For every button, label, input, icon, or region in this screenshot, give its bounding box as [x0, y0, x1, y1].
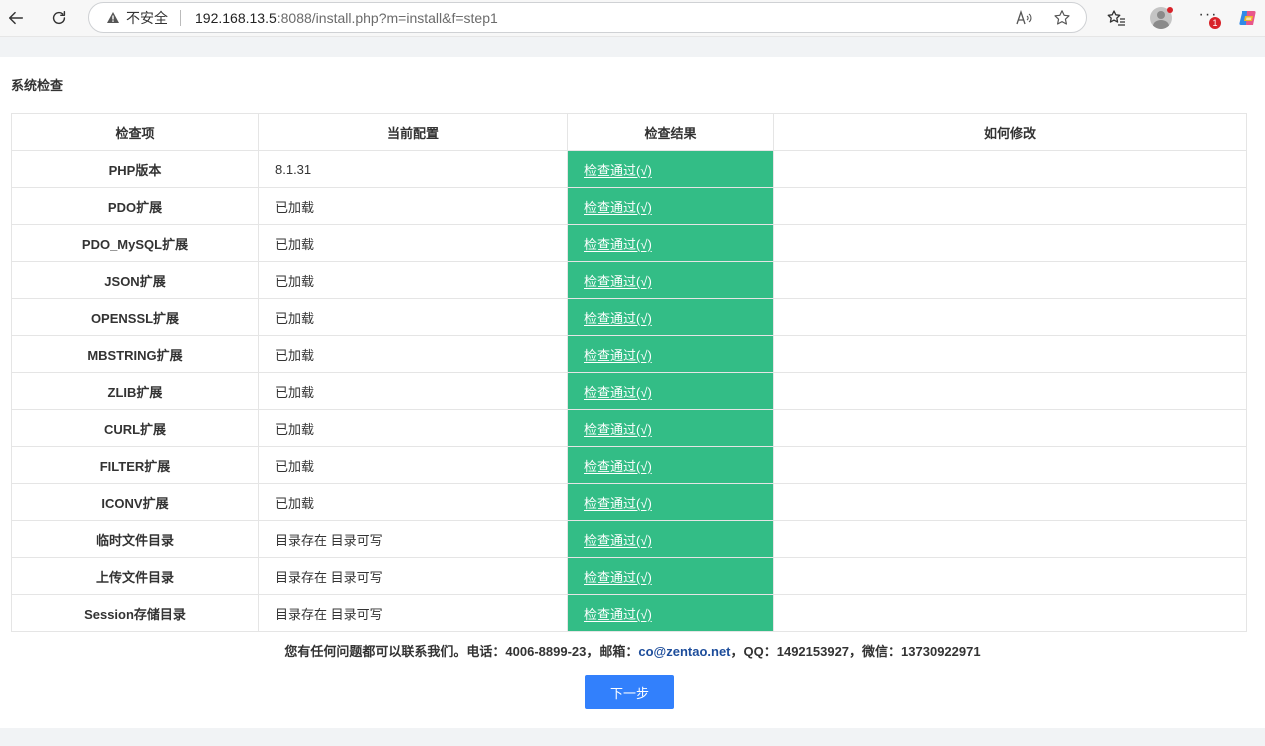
- contact-email-link[interactable]: co@zentao.net: [638, 644, 730, 659]
- check-item: ZLIB扩展: [11, 372, 259, 410]
- url-path: :8088/install.php?m=install&f=step1: [276, 9, 498, 26]
- check-result: 检查通过(√): [567, 483, 774, 521]
- check-item: Session存储目录: [11, 594, 259, 632]
- current-config: 已加载: [258, 261, 568, 299]
- fix-hint: [773, 335, 1247, 373]
- reload-button[interactable]: [45, 5, 73, 31]
- current-config: 已加载: [258, 446, 568, 484]
- fix-hint: [773, 557, 1247, 595]
- column-header-item: 检查项: [11, 113, 259, 151]
- fix-hint: [773, 446, 1247, 484]
- more-menu-button[interactable]: ··· 1: [1194, 4, 1222, 32]
- contact-suffix: ，QQ：1492153927，微信：13730922971: [730, 644, 981, 659]
- check-item: OPENSSL扩展: [11, 298, 259, 336]
- fix-hint: [773, 520, 1247, 558]
- check-result: 检查通过(√): [567, 187, 774, 225]
- insecure-label[interactable]: 不安全: [126, 8, 168, 28]
- fix-hint: [773, 372, 1247, 410]
- current-config: 已加载: [258, 224, 568, 262]
- table-row: ICONV扩展 已加载 检查通过(√): [11, 483, 1247, 521]
- check-item: 临时文件目录: [11, 520, 259, 558]
- back-button[interactable]: [2, 5, 30, 31]
- current-config: 目录存在 目录可写: [258, 557, 568, 595]
- table-row: MBSTRING扩展 已加载 检查通过(√): [11, 335, 1247, 373]
- table-row: ZLIB扩展 已加载 检查通过(√): [11, 372, 1247, 410]
- current-config: 目录存在 目录可写: [258, 594, 568, 632]
- reload-icon: [52, 10, 66, 25]
- check-item: PDO_MySQL扩展: [11, 224, 259, 262]
- address-bar[interactable]: 不安全 192.168.13.5:8088/install.php?m=inst…: [88, 2, 1087, 33]
- check-result: 检查通过(√): [567, 409, 774, 447]
- check-item: JSON扩展: [11, 261, 259, 299]
- column-header-fix: 如何修改: [773, 113, 1247, 151]
- table-row: PDO扩展 已加载 检查通过(√): [11, 187, 1247, 225]
- favorites-list-icon: [1107, 10, 1125, 26]
- warning-icon[interactable]: [106, 11, 120, 24]
- check-result: 检查通过(√): [567, 150, 774, 188]
- favorite-star-icon[interactable]: [1052, 8, 1072, 28]
- notification-badge: 1: [1209, 17, 1221, 29]
- table-row: FILTER扩展 已加载 检查通过(√): [11, 446, 1247, 484]
- table-row: JSON扩展 已加载 检查通过(√): [11, 261, 1247, 299]
- table-row: 临时文件目录 目录存在 目录可写 检查通过(√): [11, 520, 1247, 558]
- check-item: ICONV扩展: [11, 483, 259, 521]
- fix-hint: [773, 150, 1247, 188]
- fix-hint: [773, 298, 1247, 336]
- current-config: 已加载: [258, 298, 568, 336]
- table-row: CURL扩展 已加载 检查通过(√): [11, 409, 1247, 447]
- check-item: MBSTRING扩展: [11, 335, 259, 373]
- browser-toolbar: 不安全 192.168.13.5:8088/install.php?m=inst…: [0, 0, 1265, 37]
- table-row: PHP版本 8.1.31 检查通过(√): [11, 150, 1247, 188]
- fix-hint: [773, 187, 1247, 225]
- fix-hint: [773, 483, 1247, 521]
- profile-button[interactable]: [1149, 4, 1173, 32]
- check-item: CURL扩展: [11, 409, 259, 447]
- current-config: 已加载: [258, 409, 568, 447]
- url-host: 192.168.13.5: [195, 9, 277, 26]
- fix-hint: [773, 224, 1247, 262]
- read-aloud-icon[interactable]: [1014, 8, 1034, 28]
- back-arrow-icon: [8, 11, 24, 25]
- column-header-result: 检查结果: [567, 113, 774, 151]
- current-config: 已加载: [258, 335, 568, 373]
- table-row: Session存储目录 目录存在 目录可写 检查通过(√): [11, 594, 1247, 632]
- copilot-button[interactable]: [1236, 4, 1260, 32]
- check-result: 检查通过(√): [567, 446, 774, 484]
- table-row: PDO_MySQL扩展 已加载 检查通过(√): [11, 224, 1247, 262]
- contact-info: 您有任何问题都可以联系我们。电话：4006-8899-23，邮箱：co@zent…: [0, 641, 1265, 660]
- contact-prefix: 您有任何问题都可以联系我们。电话：4006-8899-23，邮箱：: [284, 644, 639, 659]
- fix-hint: [773, 261, 1247, 299]
- fix-hint: [773, 594, 1247, 632]
- current-config: 8.1.31: [258, 150, 568, 188]
- install-panel: 系统检查 检查项 当前配置 检查结果 如何修改 PHP版本 8.1.31 检查通…: [0, 57, 1265, 728]
- profile-alert-dot: [1167, 7, 1173, 13]
- check-result: 检查通过(√): [567, 557, 774, 595]
- check-result: 检查通过(√): [567, 520, 774, 558]
- favorites-button[interactable]: [1104, 4, 1128, 32]
- current-config: 已加载: [258, 372, 568, 410]
- system-check-table: 检查项 当前配置 检查结果 如何修改 PHP版本 8.1.31 检查通过(√) …: [11, 113, 1247, 632]
- current-config: 目录存在 目录可写: [258, 520, 568, 558]
- current-config: 已加载: [258, 483, 568, 521]
- check-result: 检查通过(√): [567, 261, 774, 299]
- check-item: FILTER扩展: [11, 446, 259, 484]
- check-item: PHP版本: [11, 150, 259, 188]
- check-result: 检查通过(√): [567, 298, 774, 336]
- check-result: 检查通过(√): [567, 224, 774, 262]
- section-title: 系统检查: [11, 78, 64, 93]
- current-config: 已加载: [258, 187, 568, 225]
- table-row: 上传文件目录 目录存在 目录可写 检查通过(√): [11, 557, 1247, 595]
- column-header-config: 当前配置: [258, 113, 568, 151]
- copilot-icon: [1239, 11, 1256, 25]
- check-item: PDO扩展: [11, 187, 259, 225]
- table-row: OPENSSL扩展 已加载 检查通过(√): [11, 298, 1247, 336]
- next-step-button[interactable]: 下一步: [585, 675, 674, 709]
- address-divider: [180, 9, 181, 26]
- table-header-row: 检查项 当前配置 检查结果 如何修改: [11, 113, 1247, 151]
- check-result: 检查通过(√): [567, 335, 774, 373]
- check-result: 检查通过(√): [567, 372, 774, 410]
- check-item: 上传文件目录: [11, 557, 259, 595]
- fix-hint: [773, 409, 1247, 447]
- check-result: 检查通过(√): [567, 594, 774, 632]
